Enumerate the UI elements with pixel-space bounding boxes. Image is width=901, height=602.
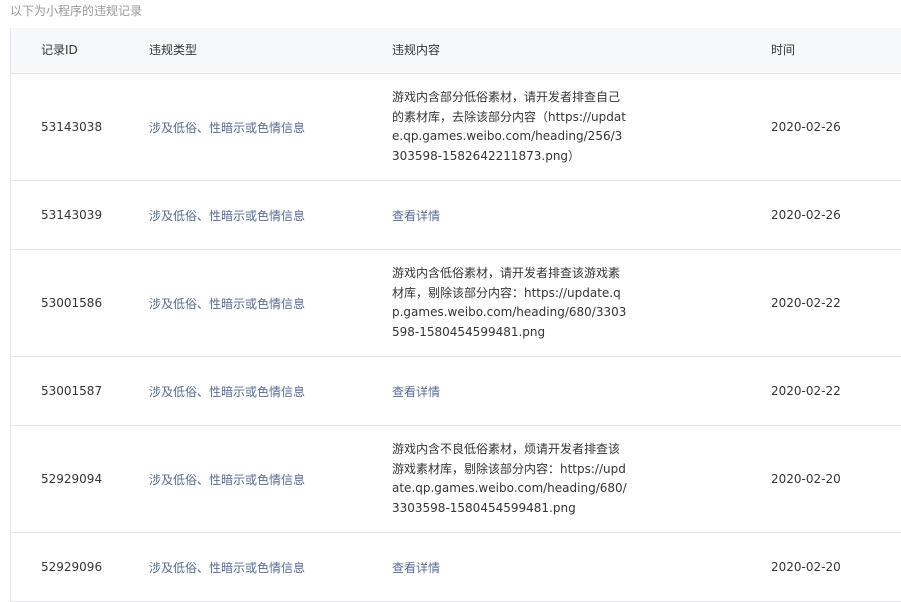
violation-type-link[interactable]: 涉及低俗、性暗示或色情信息	[149, 207, 305, 224]
table-row: 52929096 涉及低俗、性暗示或色情信息 查看详情 2020-02-20	[11, 533, 901, 602]
violation-content: 游戏内含不良低俗素材，烦请开发者排查该游戏素材库，剔除该部分内容：https:/…	[392, 442, 627, 515]
view-details-link[interactable]: 查看详情	[392, 559, 440, 576]
violation-type-link[interactable]: 涉及低俗、性暗示或色情信息	[149, 383, 305, 400]
column-header-id: 记录ID	[41, 43, 78, 57]
record-time: 2020-02-22	[771, 384, 841, 398]
column-header-time: 时间	[771, 43, 796, 57]
table-row: 53143039 涉及低俗、性暗示或色情信息 查看详情 2020-02-26	[11, 181, 901, 250]
view-details-link[interactable]: 查看详情	[392, 207, 440, 224]
record-id: 52929096	[41, 560, 103, 574]
violation-type-link[interactable]: 涉及低俗、性暗示或色情信息	[149, 119, 305, 136]
violation-type-link[interactable]: 涉及低俗、性暗示或色情信息	[149, 295, 305, 312]
violation-type-link[interactable]: 涉及低俗、性暗示或色情信息	[149, 559, 305, 576]
record-id: 53143039	[41, 208, 103, 222]
view-details-link[interactable]: 查看详情	[392, 383, 440, 400]
table-header: 记录ID 违规类型 违规内容 时间	[11, 28, 901, 74]
record-id: 53143038	[41, 120, 103, 134]
record-time: 2020-02-22	[771, 296, 841, 310]
table-row: 52929094 涉及低俗、性暗示或色情信息 游戏内含不良低俗素材，烦请开发者排…	[11, 426, 901, 533]
table-row: 53001586 涉及低俗、性暗示或色情信息 游戏内含低俗素材，请开发者排查该游…	[11, 250, 901, 357]
record-time: 2020-02-20	[771, 472, 841, 486]
table-row: 53001587 涉及低俗、性暗示或色情信息 查看详情 2020-02-22	[11, 357, 901, 426]
record-time: 2020-02-26	[771, 120, 841, 134]
record-time: 2020-02-20	[771, 560, 841, 574]
column-header-type: 违规类型	[149, 43, 198, 57]
violation-records-table: 记录ID 违规类型 违规内容 时间 53143038 涉及低俗、性暗示或色情信息…	[10, 28, 901, 602]
violation-type-link[interactable]: 涉及低俗、性暗示或色情信息	[149, 471, 305, 488]
page-caption: 以下为小程序的违规记录	[10, 4, 143, 18]
record-id: 52929094	[41, 472, 103, 486]
table-row: 53143038 涉及低俗、性暗示或色情信息 游戏内含部分低俗素材，请开发者排查…	[11, 74, 901, 181]
violation-content: 游戏内含低俗素材，请开发者排查该游戏素材库，剔除该部分内容：https://up…	[392, 266, 627, 339]
violation-content: 游戏内含部分低俗素材，请开发者排查自己的素材库，去除该部分内容（https://…	[392, 90, 626, 163]
column-header-content: 违规内容	[392, 43, 441, 57]
record-id: 53001586	[41, 296, 103, 310]
record-id: 53001587	[41, 384, 103, 398]
record-time: 2020-02-26	[771, 208, 841, 222]
